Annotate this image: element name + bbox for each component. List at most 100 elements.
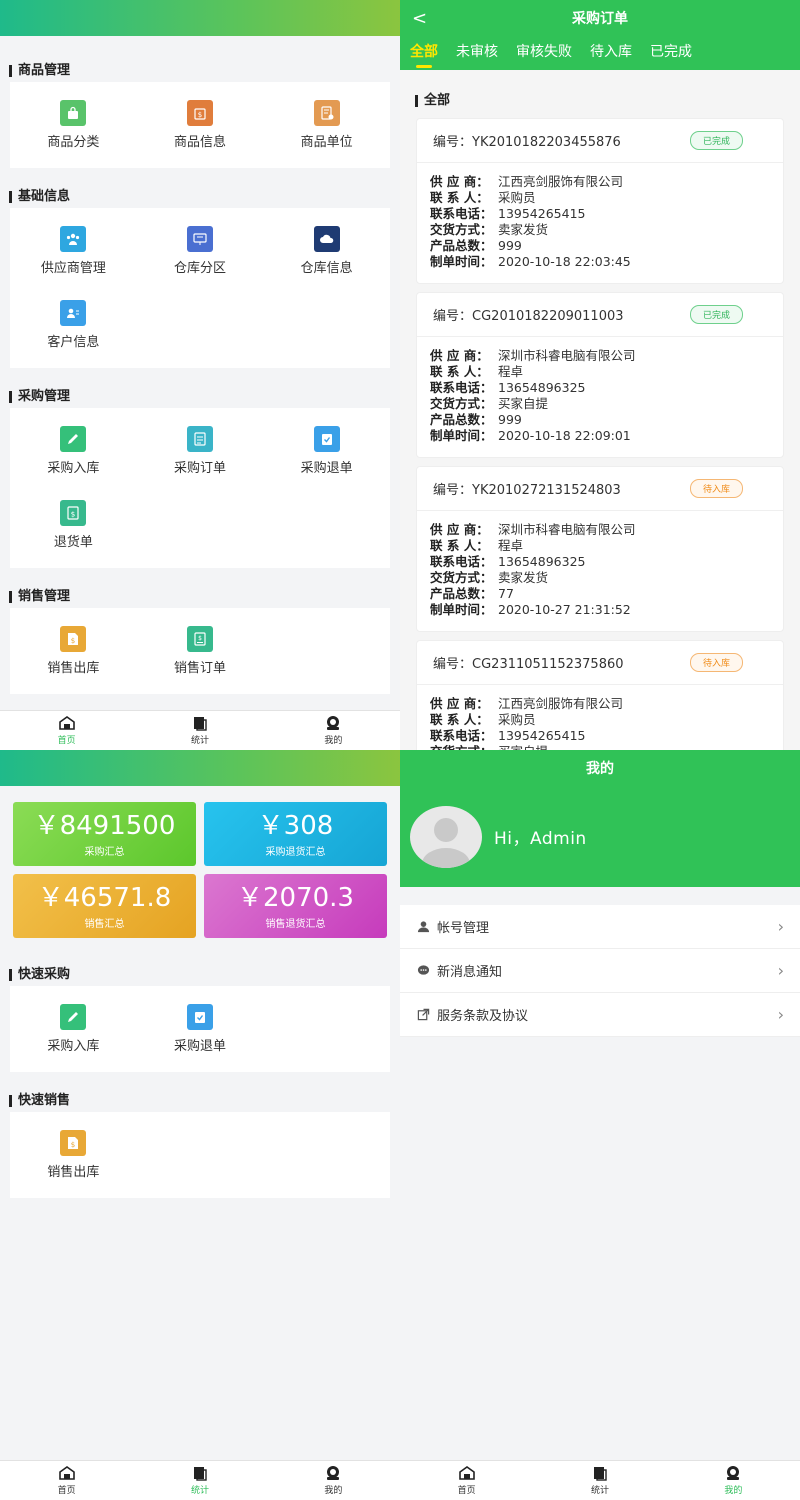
pencil-icon (60, 1004, 87, 1030)
field-value: 江西亮剑服饰有限公司 (498, 696, 624, 711)
dollar-bag-icon: $ (186, 100, 213, 126)
clipboard-check-icon (313, 426, 340, 452)
home-icon (58, 1465, 76, 1481)
order-card[interactable]: 编号：YK2010272131524803 待入库供 应 商： 深圳市科睿电脑有限公… (416, 466, 784, 632)
menu-item[interactable]: 帐号管理 › (400, 905, 800, 949)
field-value: 江西亮剑服饰有限公司 (498, 174, 624, 189)
grid-item[interactable]: $ 销售订单 (137, 614, 264, 688)
field-value: 2020-10-27 21:31:52 (498, 602, 631, 617)
order-card-body: 供 应 商： 江西亮剑服饰有限公司联 系 人： 采购员 联系电话： 1395426541… (417, 685, 783, 750)
field-value: 77 (498, 586, 514, 601)
profile-menu: 帐号管理 › 新消息通知 › 服务条款及协议 › (400, 905, 800, 1037)
order-card[interactable]: 编号：CG2010182209011003 已完成供 应 商： 深圳市科睿电脑有限公… (416, 292, 784, 458)
tab-mine[interactable]: 我的 (667, 1461, 800, 1500)
profile-icon (324, 715, 342, 731)
section-title: 全部 (400, 90, 800, 112)
profile-icon (324, 1465, 342, 1481)
order-tab[interactable]: 全部 (410, 36, 438, 70)
menu-grid: 采购入库 采购退单 (10, 986, 390, 1072)
orders-list: 编号：YK2010182203455876 已完成供 应 商： 江西亮剑服饰有限公司… (400, 118, 800, 750)
field-label: 制单时间： (430, 254, 493, 269)
order-card[interactable]: 编号：YK2010182203455876 已完成供 应 商： 江西亮剑服饰有限公司… (416, 118, 784, 284)
grid-item[interactable]: 采购退单 (137, 992, 264, 1066)
external-link-icon (416, 1008, 430, 1022)
pencil-icon (60, 426, 87, 452)
field-value: 卖家发货 (498, 570, 549, 585)
menu-item[interactable]: 服务条款及协议 › (400, 993, 800, 1037)
order-card-body: 供 应 商： 深圳市科睿电脑有限公司联 系 人： 程卓 联系电话： 1365489632… (417, 337, 783, 444)
field-label: 制单时间： (430, 428, 493, 443)
order-field-delivery: 交货方式： 买家自提 (430, 396, 783, 412)
avatar[interactable] (410, 805, 482, 868)
grid-item[interactable]: $ 销售出库 (10, 614, 137, 688)
field-label: 联系电话： (430, 728, 493, 743)
svg-text:$: $ (71, 511, 75, 519)
order-field-contact: 联 系 人： 采购员 (430, 712, 783, 728)
menu-item[interactable]: 新消息通知 › (400, 949, 800, 993)
order-field-supplier: 供 应 商： 江西亮剑服饰有限公司 (430, 174, 783, 190)
field-label: 联系电话： (430, 380, 493, 395)
cloud-icon (313, 226, 340, 252)
grid-item[interactable]: $ 商品信息 (137, 88, 264, 162)
orders-header: < 采购订单 (400, 0, 800, 36)
tab-home[interactable]: 首页 (400, 1461, 533, 1500)
grid-item[interactable]: 客户信息 (10, 288, 137, 362)
status-badge: 待入库 (689, 653, 743, 672)
grid-item[interactable]: 商品单位 (263, 88, 390, 162)
grid-item[interactable]: $ 销售出库 (10, 1118, 137, 1192)
grid-item[interactable]: 供应商管理 (10, 214, 137, 288)
grid-item[interactable]: 采购入库 (10, 414, 137, 488)
field-value: 13954265415 (498, 728, 586, 743)
grid-item-label: 采购订单 (173, 461, 226, 476)
field-label: 供 应 商： (430, 522, 489, 537)
stat-card[interactable]: ￥46571.8 销售汇总 (13, 874, 196, 938)
tab-label: 我的 (324, 1486, 343, 1496)
tab-stats[interactable]: 统计 (133, 1461, 266, 1500)
chat-icon (416, 964, 430, 978)
tab-stats[interactable]: 统计 (533, 1461, 666, 1500)
order-field-phone: 联系电话： 13954265415 (430, 206, 783, 222)
user-icon (416, 920, 430, 934)
tab-home[interactable]: 首页 (0, 711, 133, 750)
chevron-right-icon: › (777, 961, 784, 980)
grid-item-label: 退货单 (53, 535, 93, 550)
order-tab[interactable]: 未审核 (456, 36, 498, 70)
stat-card[interactable]: ￥8491500 采购汇总 (13, 802, 196, 866)
grid-item[interactable]: 采购入库 (10, 992, 137, 1066)
order-field-contact: 联 系 人： 程卓 (430, 364, 783, 380)
order-card[interactable]: 编号：CG2311051152375860 待入库供 应 商： 江西亮剑服饰有限公司… (416, 640, 784, 750)
tab-home[interactable]: 首页 (0, 1461, 133, 1500)
back-icon[interactable]: < (412, 8, 427, 29)
grid-item[interactable]: 仓库信息 (263, 214, 390, 288)
stat-card[interactable]: ￥308 采购退货汇总 (204, 802, 387, 866)
order-field-supplier: 供 应 商： 深圳市科睿电脑有限公司 (430, 522, 783, 538)
grid-item[interactable]: $ 退货单 (10, 488, 137, 562)
section-title: 基础信息 (0, 186, 400, 208)
order-field-count: 产品总数： 999 (430, 238, 783, 254)
order-tab[interactable]: 待入库 (590, 36, 632, 70)
menu-item-label: 新消息通知 (437, 965, 503, 980)
field-label: 产品总数： (430, 412, 493, 427)
grid-item[interactable]: 采购退单 (263, 414, 390, 488)
order-tab[interactable]: 已完成 (650, 36, 692, 70)
page-title: 采购订单 (572, 11, 628, 27)
grid-item[interactable]: 商品分类 (10, 88, 137, 162)
field-value: 程卓 (498, 538, 524, 553)
grid-item[interactable]: 采购订单 (137, 414, 264, 488)
stat-value: ￥8491500 (33, 810, 176, 841)
order-code-value: YK2010182203455876 (472, 135, 621, 150)
tab-mine[interactable]: 我的 (267, 711, 400, 750)
field-value: 买家自提 (498, 396, 549, 411)
tab-stats[interactable]: 统计 (133, 711, 266, 750)
tab-mine[interactable]: 我的 (267, 1461, 400, 1500)
order-field-phone: 联系电话： 13654896325 (430, 380, 783, 396)
tabbar: 首页 统计 我的 (0, 710, 400, 750)
field-label: 联 系 人： (430, 190, 489, 205)
order-tab[interactable]: 审核失败 (516, 36, 572, 70)
grid-item-label: 供应商管理 (40, 261, 106, 276)
dollar-file-icon: $ (60, 1130, 87, 1156)
grid-item-label: 采购退单 (173, 1039, 226, 1054)
stat-card[interactable]: ￥2070.3 销售退货汇总 (204, 874, 387, 938)
grid-item[interactable]: 仓库分区 (137, 214, 264, 288)
stats-icon (591, 1465, 609, 1481)
